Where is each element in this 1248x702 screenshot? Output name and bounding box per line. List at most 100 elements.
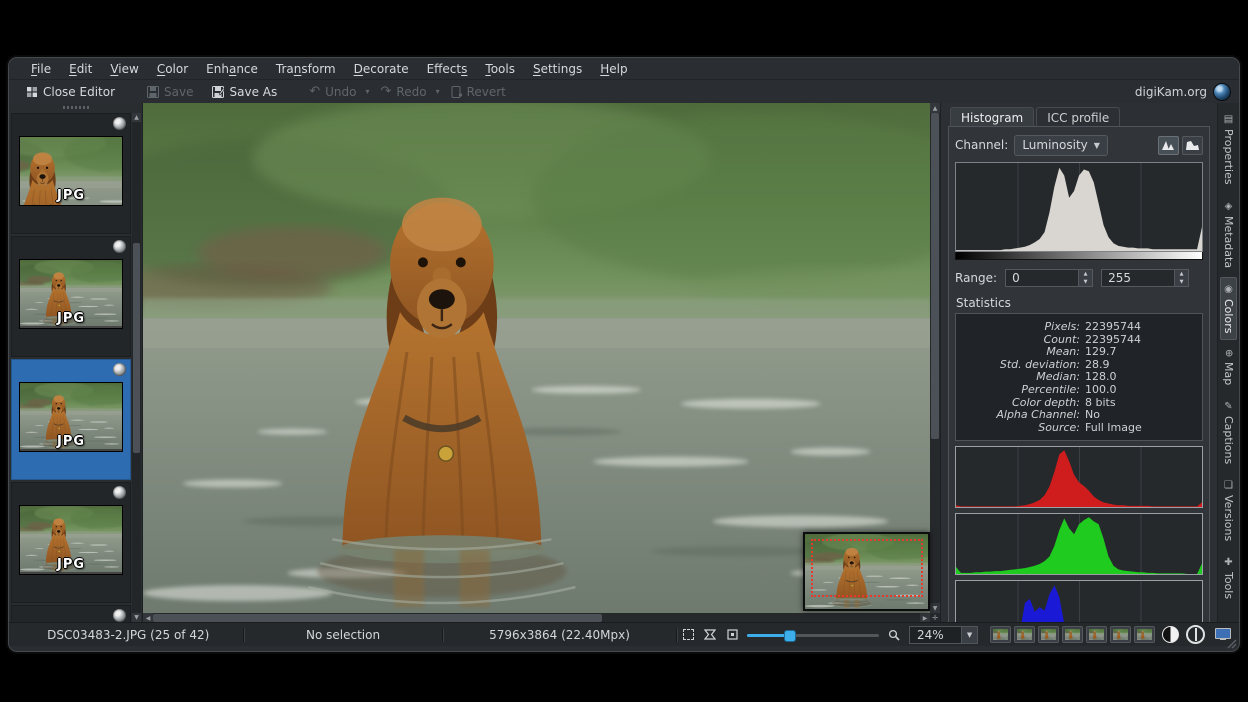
desktop: { "app": { "brand": "digiKam.org" }, "me… bbox=[0, 0, 1248, 702]
menu-tools[interactable]: Tools bbox=[477, 60, 523, 78]
linear-scale-button[interactable] bbox=[1158, 136, 1179, 155]
geolocation-icon bbox=[113, 609, 126, 622]
colors-icon: ◉ bbox=[1223, 284, 1234, 295]
linear-histogram-icon bbox=[1162, 140, 1175, 150]
under-exposure-indicator[interactable] bbox=[1162, 626, 1179, 643]
menu-view[interactable]: View bbox=[102, 60, 146, 78]
resize-grip[interactable] bbox=[1224, 636, 1237, 649]
properties-icon: ▤ bbox=[1223, 114, 1234, 125]
undo-icon: ↶ bbox=[309, 87, 320, 97]
pan-preview[interactable] bbox=[803, 532, 930, 611]
fit-window-button[interactable] bbox=[701, 627, 719, 643]
zoom-slider[interactable] bbox=[747, 627, 879, 643]
spin-down-icon[interactable]: ▼ bbox=[1175, 278, 1188, 286]
spin-down-icon[interactable]: ▼ bbox=[1079, 278, 1092, 286]
tab-versions[interactable]: ❏Versions bbox=[1220, 473, 1237, 548]
log-scale-button[interactable] bbox=[1182, 136, 1203, 155]
digikam-logo-icon bbox=[1213, 83, 1231, 101]
status-dimensions: 5796x3864 (22.40Mpx) bbox=[445, 623, 674, 646]
thumbbar-drag-handle[interactable] bbox=[9, 103, 142, 111]
preview-mode-button[interactable] bbox=[1110, 626, 1131, 643]
scroll-up-icon[interactable]: ▲ bbox=[930, 103, 940, 113]
undo-dropdown-arrow[interactable]: ▾ bbox=[366, 87, 370, 96]
menu-file[interactable]: File bbox=[23, 60, 59, 78]
tab-tools[interactable]: ✚Tools bbox=[1220, 550, 1237, 606]
range-min-spinbox[interactable]: 0 ▲▼ bbox=[1005, 269, 1093, 287]
thumbnail-item[interactable] bbox=[11, 605, 131, 623]
selection-icon bbox=[683, 629, 694, 640]
over-exposure-indicator[interactable] bbox=[1186, 625, 1205, 644]
tab-properties[interactable]: ▤Properties bbox=[1220, 107, 1237, 192]
format-badge: JPG bbox=[57, 188, 85, 203]
geolocation-icon bbox=[113, 486, 126, 499]
tab-metadata[interactable]: ◈Metadata bbox=[1220, 194, 1237, 275]
thumbbar-scroll-thumb[interactable] bbox=[133, 243, 140, 453]
vertical-scroll-thumb[interactable] bbox=[931, 113, 939, 439]
chevron-down-icon: ▼ bbox=[1094, 141, 1100, 150]
menu-bar: File Edit View Color Enhance Transform D… bbox=[9, 58, 1239, 80]
geolocation-icon bbox=[113, 363, 126, 376]
menu-settings[interactable]: Settings bbox=[525, 60, 590, 78]
redo-dropdown-arrow[interactable]: ▾ bbox=[436, 87, 440, 96]
spin-up-icon[interactable]: ▲ bbox=[1079, 270, 1092, 278]
menu-enhance[interactable]: Enhance bbox=[198, 60, 266, 78]
tab-icc-profile[interactable]: ICC profile bbox=[1036, 107, 1120, 126]
menu-decorate[interactable]: Decorate bbox=[346, 60, 417, 78]
thumbnail-list: JPG JPG JPG bbox=[11, 113, 131, 623]
thumbnail-image: JPG bbox=[19, 259, 123, 329]
fit-selection-button[interactable] bbox=[679, 627, 697, 643]
red-channel-histogram bbox=[955, 446, 1203, 508]
range-max-spinbox[interactable]: 255 ▲▼ bbox=[1101, 269, 1189, 287]
revert-button[interactable]: Revert bbox=[444, 83, 513, 101]
editor-canvas: ▲ ▼ ◀ ▶ ✛ bbox=[143, 103, 940, 623]
thumbnail-item-selected[interactable]: JPG bbox=[11, 359, 131, 480]
scroll-up-icon[interactable]: ▲ bbox=[132, 113, 141, 122]
scroll-down-icon[interactable]: ▼ bbox=[930, 603, 940, 613]
tab-colors[interactable]: ◉Colors bbox=[1220, 277, 1237, 340]
menu-help[interactable]: Help bbox=[592, 60, 635, 78]
statistics-title: Statistics bbox=[956, 296, 1203, 310]
revert-icon bbox=[451, 86, 462, 98]
menu-edit[interactable]: Edit bbox=[61, 60, 100, 78]
save-as-button[interactable]: Save As bbox=[205, 83, 285, 101]
preview-mode-button[interactable] bbox=[1038, 626, 1059, 643]
chevron-down-icon[interactable]: ▼ bbox=[962, 626, 978, 644]
undo-button[interactable]: ↶ Undo bbox=[302, 83, 363, 101]
menu-effects[interactable]: Effects bbox=[419, 60, 476, 78]
zoom-fit-button[interactable] bbox=[885, 627, 903, 643]
canvas-vertical-scrollbar[interactable]: ▲ ▼ bbox=[930, 103, 940, 613]
metadata-icon: ◈ bbox=[1223, 201, 1234, 212]
preview-mode-button[interactable] bbox=[990, 626, 1011, 643]
tab-map[interactable]: ⊕Map bbox=[1220, 342, 1237, 392]
zoom-actual-size-icon bbox=[727, 629, 738, 640]
preview-mode-button[interactable] bbox=[1062, 626, 1083, 643]
zoom-100-button[interactable] bbox=[723, 627, 741, 643]
thumbnail-item[interactable]: JPG bbox=[11, 482, 131, 603]
log-histogram-icon bbox=[1186, 140, 1199, 150]
menu-color[interactable]: Color bbox=[149, 60, 196, 78]
close-editor-button[interactable]: Close Editor bbox=[19, 83, 122, 101]
preview-mode-button[interactable] bbox=[1014, 626, 1035, 643]
zoom-value: 24% bbox=[909, 626, 962, 644]
preview-mode-button[interactable] bbox=[1086, 626, 1107, 643]
menu-transform[interactable]: Transform bbox=[268, 60, 344, 78]
tab-histogram[interactable]: Histogram bbox=[950, 107, 1034, 126]
thumbbar-scrollbar[interactable]: ▲ ▼ bbox=[132, 113, 141, 622]
thumbnail-image: JPG bbox=[19, 505, 123, 575]
redo-icon: ↷ bbox=[381, 87, 392, 97]
channel-select[interactable]: Luminosity▼ bbox=[1014, 135, 1108, 156]
tab-captions[interactable]: ✎Captions bbox=[1220, 394, 1237, 471]
zoom-level-combo[interactable]: 24% ▼ bbox=[909, 626, 978, 644]
status-selection: No selection bbox=[246, 623, 440, 646]
zoom-slider-knob[interactable] bbox=[784, 630, 796, 642]
scroll-down-icon[interactable]: ▼ bbox=[132, 613, 141, 622]
thumbnail-item[interactable]: JPG bbox=[11, 236, 131, 357]
horizontal-scroll-thumb[interactable] bbox=[153, 614, 602, 622]
redo-button[interactable]: ↷ Redo bbox=[374, 83, 434, 101]
spin-up-icon[interactable]: ▲ bbox=[1175, 270, 1188, 278]
thumbnail-item[interactable]: JPG bbox=[11, 113, 131, 234]
save-button[interactable]: Save bbox=[140, 83, 200, 101]
preview-mode-button[interactable] bbox=[1134, 626, 1155, 643]
format-badge: JPG bbox=[57, 434, 85, 449]
right-sidebar-panel: Histogram ICC profile Channel: Luminosit… bbox=[940, 103, 1217, 623]
